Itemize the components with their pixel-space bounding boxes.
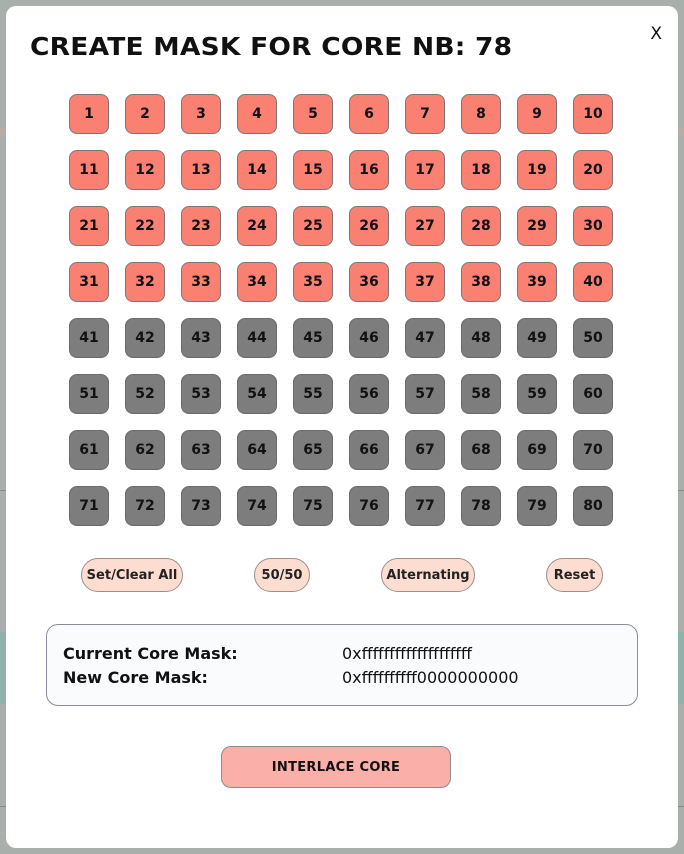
core-toggle-56[interactable]: 56 [349,374,389,414]
core-toggle-64[interactable]: 64 [237,430,277,470]
core-toggle-65[interactable]: 65 [293,430,333,470]
core-toggle-70[interactable]: 70 [573,430,613,470]
current-mask-label: Current Core Mask: [63,644,238,663]
core-toggle-35[interactable]: 35 [293,262,333,302]
core-toggle-55[interactable]: 55 [293,374,333,414]
mask-preset-buttons: Set/Clear All 50/50 Alternating Reset [6,558,678,592]
core-toggle-48[interactable]: 48 [461,318,501,358]
core-toggle-49[interactable]: 49 [517,318,557,358]
core-toggle-4[interactable]: 4 [237,94,277,134]
core-toggle-23[interactable]: 23 [181,206,221,246]
core-toggle-66[interactable]: 66 [349,430,389,470]
core-grid: 1 2 3 4 5 6 7 8 9 10 11 12 13 14 15 16 17 18 19 20 21 22 23 24 2… [69,94,617,526]
core-toggle-61[interactable]: 61 [69,430,109,470]
core-toggle-10[interactable]: 10 [573,94,613,134]
core-toggle-53[interactable]: 53 [181,374,221,414]
core-toggle-30[interactable]: 30 [573,206,613,246]
core-toggle-11[interactable]: 11 [69,150,109,190]
core-toggle-7[interactable]: 7 [405,94,445,134]
core-toggle-80[interactable]: 80 [573,486,613,526]
core-toggle-43[interactable]: 43 [181,318,221,358]
core-toggle-24[interactable]: 24 [237,206,277,246]
core-toggle-20[interactable]: 20 [573,150,613,190]
core-toggle-17[interactable]: 17 [405,150,445,190]
core-toggle-44[interactable]: 44 [237,318,277,358]
core-toggle-1[interactable]: 1 [69,94,109,134]
core-toggle-39[interactable]: 39 [517,262,557,302]
core-toggle-73[interactable]: 73 [181,486,221,526]
core-toggle-28[interactable]: 28 [461,206,501,246]
core-toggle-79[interactable]: 79 [517,486,557,526]
core-toggle-5[interactable]: 5 [293,94,333,134]
core-toggle-21[interactable]: 21 [69,206,109,246]
interlace-core-button[interactable]: INTERLACE CORE [221,746,451,788]
core-toggle-15[interactable]: 15 [293,150,333,190]
core-toggle-57[interactable]: 57 [405,374,445,414]
core-toggle-69[interactable]: 69 [517,430,557,470]
set-clear-all-button[interactable]: Set/Clear All [81,558,183,592]
create-mask-dialog: CREATE MASK FOR CORE NB: 78 X 1234567891… [6,6,678,848]
core-toggle-77[interactable]: 77 [405,486,445,526]
dialog-title: CREATE MASK FOR CORE NB: 78 [30,32,513,61]
close-button[interactable]: X [650,24,662,44]
core-toggle-14[interactable]: 14 [237,150,277,190]
core-toggle-32[interactable]: 32 [125,262,165,302]
core-toggle-41[interactable]: 41 [69,318,109,358]
core-toggle-42[interactable]: 42 [125,318,165,358]
core-toggle-63[interactable]: 63 [181,430,221,470]
core-toggle-3[interactable]: 3 [181,94,221,134]
core-toggle-38[interactable]: 38 [461,262,501,302]
core-toggle-31[interactable]: 31 [69,262,109,302]
core-toggle-68[interactable]: 68 [461,430,501,470]
core-toggle-50[interactable]: 50 [573,318,613,358]
core-toggle-25[interactable]: 25 [293,206,333,246]
core-toggle-16[interactable]: 16 [349,150,389,190]
core-toggle-76[interactable]: 76 [349,486,389,526]
core-toggle-22[interactable]: 22 [125,206,165,246]
core-toggle-45[interactable]: 45 [293,318,333,358]
core-toggle-72[interactable]: 72 [125,486,165,526]
core-toggle-2[interactable]: 2 [125,94,165,134]
core-toggle-52[interactable]: 52 [125,374,165,414]
core-toggle-74[interactable]: 74 [237,486,277,526]
core-toggle-75[interactable]: 75 [293,486,333,526]
core-toggle-46[interactable]: 46 [349,318,389,358]
core-toggle-12[interactable]: 12 [125,150,165,190]
core-toggle-19[interactable]: 19 [517,150,557,190]
core-mask-summary: Current Core Mask: 0xfffffffffffffffffff… [46,624,638,706]
core-toggle-29[interactable]: 29 [517,206,557,246]
current-mask-value: 0xffffffffffffffffffff [342,644,472,663]
core-toggle-27[interactable]: 27 [405,206,445,246]
core-toggle-13[interactable]: 13 [181,150,221,190]
core-toggle-34[interactable]: 34 [237,262,277,302]
core-toggle-71[interactable]: 71 [69,486,109,526]
core-toggle-54[interactable]: 54 [237,374,277,414]
core-toggle-6[interactable]: 6 [349,94,389,134]
new-mask-label: New Core Mask: [63,668,208,687]
reset-button[interactable]: Reset [546,558,603,592]
core-toggle-9[interactable]: 9 [517,94,557,134]
core-toggle-78[interactable]: 78 [461,486,501,526]
core-toggle-33[interactable]: 33 [181,262,221,302]
core-toggle-67[interactable]: 67 [405,430,445,470]
fifty-fifty-button[interactable]: 50/50 [254,558,310,592]
core-toggle-26[interactable]: 26 [349,206,389,246]
core-toggle-58[interactable]: 58 [461,374,501,414]
core-toggle-60[interactable]: 60 [573,374,613,414]
core-toggle-36[interactable]: 36 [349,262,389,302]
alternating-button[interactable]: Alternating [381,558,475,592]
core-toggle-62[interactable]: 62 [125,430,165,470]
core-toggle-51[interactable]: 51 [69,374,109,414]
core-toggle-37[interactable]: 37 [405,262,445,302]
core-toggle-8[interactable]: 8 [461,94,501,134]
core-toggle-18[interactable]: 18 [461,150,501,190]
core-toggle-47[interactable]: 47 [405,318,445,358]
core-toggle-59[interactable]: 59 [517,374,557,414]
core-toggle-40[interactable]: 40 [573,262,613,302]
new-mask-value: 0xffffffffff0000000000 [342,668,519,687]
